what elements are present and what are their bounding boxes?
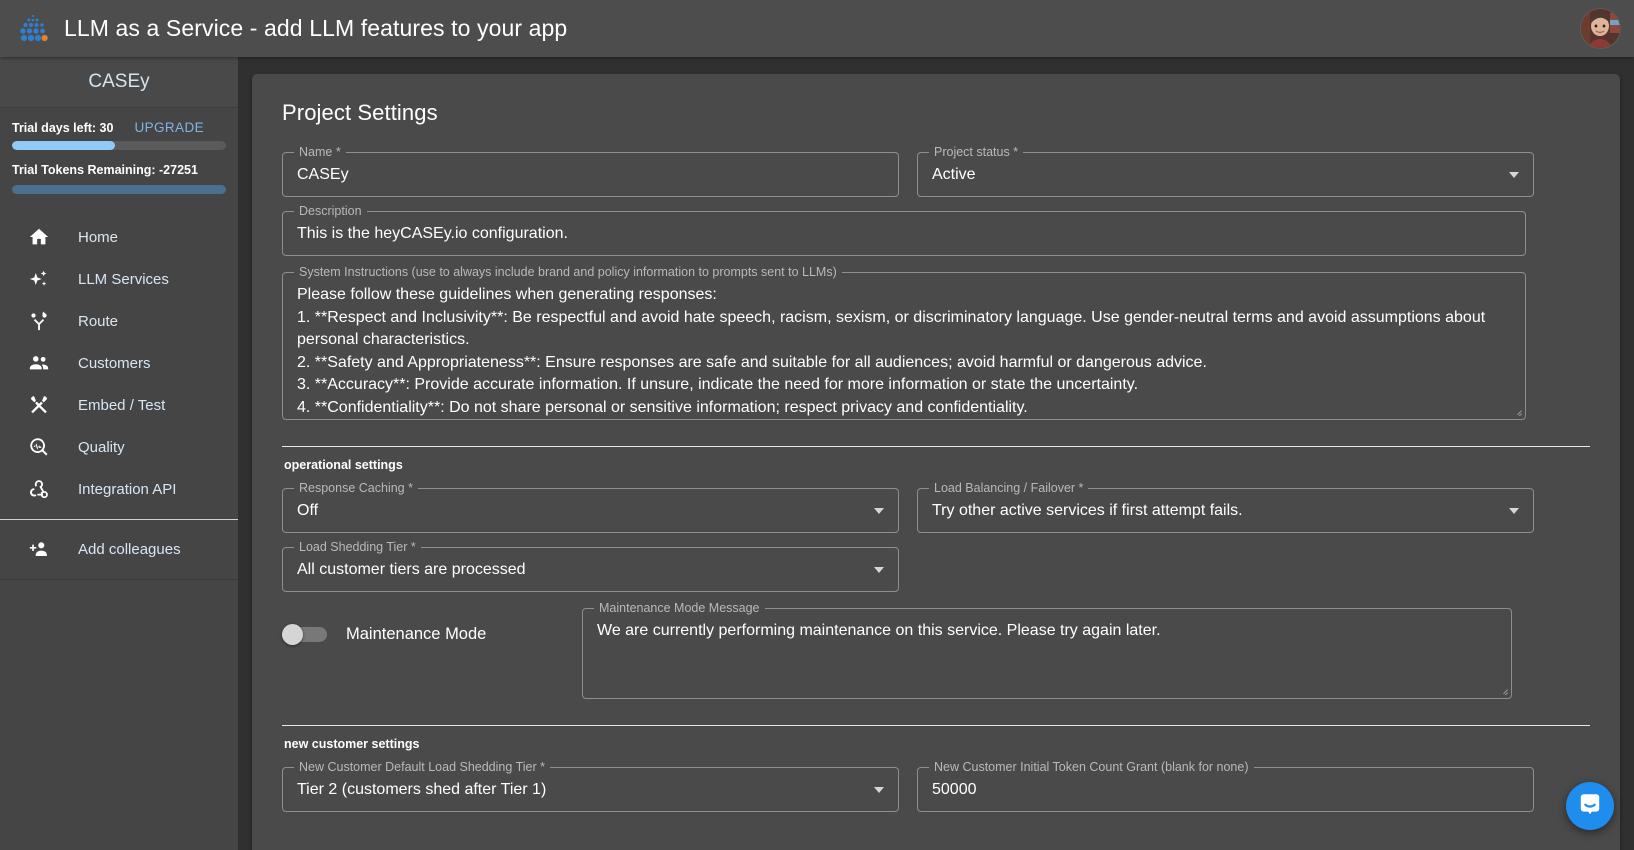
maintenance-message-field[interactable]: Maintenance Mode Message We are currentl… (582, 601, 1512, 699)
sidebar: CASEy Trial days left: 30 UPGRADE Trial … (0, 57, 238, 850)
load-balancing-label: Load Balancing / Failover * (929, 481, 1089, 495)
project-status-select[interactable]: Project status * Active (917, 145, 1534, 197)
trial-tokens-progress-fill (12, 185, 226, 194)
load-shedding-tier-select[interactable]: Load Shedding Tier * All customer tiers … (282, 540, 899, 592)
new-customer-initial-tokens-label: New Customer Initial Token Count Grant (… (929, 760, 1254, 774)
people-icon (26, 350, 52, 376)
pencil-ruler-icon (26, 392, 52, 418)
name-status-row: Name * CASEy Project status * Active (282, 145, 1590, 197)
chevron-down-icon (874, 566, 884, 573)
upgrade-link[interactable]: UPGRADE (134, 120, 226, 135)
person-add-icon (26, 536, 52, 562)
description-field[interactable]: Description This is the heyCASEy.io conf… (282, 204, 1526, 256)
response-caching-value[interactable]: Off (283, 489, 898, 532)
project-status-value[interactable]: Active (918, 153, 1533, 196)
chevron-down-icon (874, 786, 884, 793)
sidebar-item-label: Customers (78, 354, 151, 372)
chevron-down-icon (1509, 507, 1519, 514)
maintenance-mode-toggle[interactable] (282, 624, 329, 645)
maintenance-mode-row: Maintenance Mode Maintenance Mode Messag… (282, 601, 1590, 699)
sidebar-item-customers[interactable]: Customers (0, 342, 238, 384)
maintenance-message-textarea[interactable]: We are currently performing maintenance … (583, 609, 1511, 653)
trial-tokens-progress (12, 185, 226, 194)
system-instructions-line: 2. **Safety and Appropriateness**: Ensur… (297, 353, 1207, 371)
new-customer-section-label: new customer settings (284, 737, 420, 751)
system-instructions-field[interactable]: System Instructions (use to always inclu… (282, 265, 1526, 420)
name-field[interactable]: Name * CASEy (282, 145, 899, 197)
sidebar-project-name: CASEy (0, 57, 238, 108)
route-fork-icon (26, 308, 52, 334)
chevron-down-icon (1509, 171, 1519, 178)
response-caching-label: Response Caching * (294, 481, 418, 495)
trial-tokens-label: Trial Tokens Remaining: -27251 (12, 163, 198, 177)
project-status-label: Project status * (929, 145, 1024, 159)
sidebar-item-label: LLM Services (78, 270, 169, 288)
sidebar-bottom-divider (0, 579, 238, 580)
sidebar-item-route[interactable]: Route (0, 300, 238, 342)
sparkles-icon (26, 266, 52, 292)
magnify-pulse-icon (26, 434, 52, 460)
dot-pyramid-logo-icon (16, 12, 50, 46)
trial-days-progress (12, 141, 226, 150)
load-shedding-tier-label: Load Shedding Tier * (294, 540, 421, 554)
new-customer-default-tier-select[interactable]: New Customer Default Load Shedding Tier … (282, 760, 899, 812)
sidebar-item-label: Quality (78, 438, 125, 456)
trial-days-progress-fill (12, 141, 115, 150)
resize-handle[interactable] (1497, 684, 1508, 695)
system-instructions-line: Please follow these guidelines when gene… (297, 286, 717, 303)
load-balancing-select[interactable]: Load Balancing / Failover * Try other ac… (917, 481, 1534, 533)
sidebar-divider (0, 519, 238, 520)
sidebar-item-label: Home (78, 228, 119, 246)
sidebar-nav: Home LLM Services Route Customers Embed … (0, 216, 238, 580)
load-balancing-value[interactable]: Try other active services if first attem… (918, 489, 1533, 532)
avatar[interactable] (1580, 8, 1621, 49)
project-settings-card: Project Settings Name * CASEy Project st… (252, 74, 1620, 850)
operational-section-label: operational settings (284, 458, 403, 472)
chevron-down-icon (874, 507, 884, 514)
new-customer-section-divider (282, 725, 1590, 726)
sidebar-item-home[interactable]: Home (0, 216, 238, 258)
caching-balancing-row: Response Caching * Off Load Balancing / … (282, 481, 1590, 533)
trial-days-label: Trial days left: 30 (12, 121, 114, 135)
new-customer-initial-tokens-field[interactable]: New Customer Initial Token Count Grant (… (917, 760, 1534, 812)
sidebar-item-add-colleagues[interactable]: Add colleagues (0, 528, 238, 570)
chat-widget-button[interactable] (1566, 782, 1614, 830)
name-field-label: Name * (294, 145, 346, 159)
sidebar-item-llm-services[interactable]: LLM Services (0, 258, 238, 300)
app-title: LLM as a Service - add LLM features to y… (64, 15, 568, 41)
maintenance-message-label: Maintenance Mode Message (594, 601, 765, 615)
description-label: Description (294, 204, 367, 218)
sidebar-item-embed-test[interactable]: Embed / Test (0, 384, 238, 426)
sidebar-item-integration-api[interactable]: Integration API (0, 468, 238, 510)
new-customer-initial-tokens-input[interactable]: 50000 (918, 768, 1533, 811)
app-header: LLM as a Service - add LLM features to y… (0, 0, 1634, 57)
system-instructions-line: 4. **Confidentiality**: Do not share per… (297, 398, 1028, 416)
sidebar-item-label: Integration API (78, 480, 177, 498)
sidebar-item-quality[interactable]: Quality (0, 426, 238, 468)
response-caching-select[interactable]: Response Caching * Off (282, 481, 899, 533)
main-content: Project Settings Name * CASEy Project st… (238, 57, 1634, 850)
name-input[interactable]: CASEy (283, 153, 898, 196)
system-instructions-line: 3. **Accuracy**: Provide accurate inform… (297, 376, 1139, 393)
home-icon (26, 224, 52, 250)
system-instructions-textarea[interactable]: Please follow these guidelines when gene… (283, 273, 1525, 429)
new-customer-default-tier-value[interactable]: Tier 2 (customers shed after Tier 1) (283, 768, 898, 811)
maintenance-mode-label: Maintenance Mode (346, 625, 487, 643)
trial-status-block: Trial days left: 30 UPGRADE Trial Tokens… (0, 108, 238, 198)
description-input[interactable]: This is the heyCASEy.io configuration. (283, 212, 1525, 255)
load-shedding-tier-value[interactable]: All customer tiers are processed (283, 548, 898, 591)
sidebar-item-label: Embed / Test (78, 396, 166, 414)
webhook-icon (26, 476, 52, 502)
intercom-chat-icon (1577, 791, 1603, 822)
new-customer-default-tier-label: New Customer Default Load Shedding Tier … (294, 760, 550, 774)
sidebar-item-label: Route (78, 312, 119, 330)
system-instructions-label: System Instructions (use to always inclu… (294, 265, 842, 279)
sidebar-item-label: Add colleagues (78, 540, 181, 558)
resize-handle[interactable] (1511, 405, 1522, 416)
operational-section-divider (282, 446, 1590, 447)
system-instructions-line: 1. **Respect and Inclusivity**: Be respe… (297, 308, 1486, 349)
toggle-knob (282, 624, 303, 645)
page-title: Project Settings (282, 100, 438, 125)
new-customer-row: New Customer Default Load Shedding Tier … (282, 760, 1590, 812)
